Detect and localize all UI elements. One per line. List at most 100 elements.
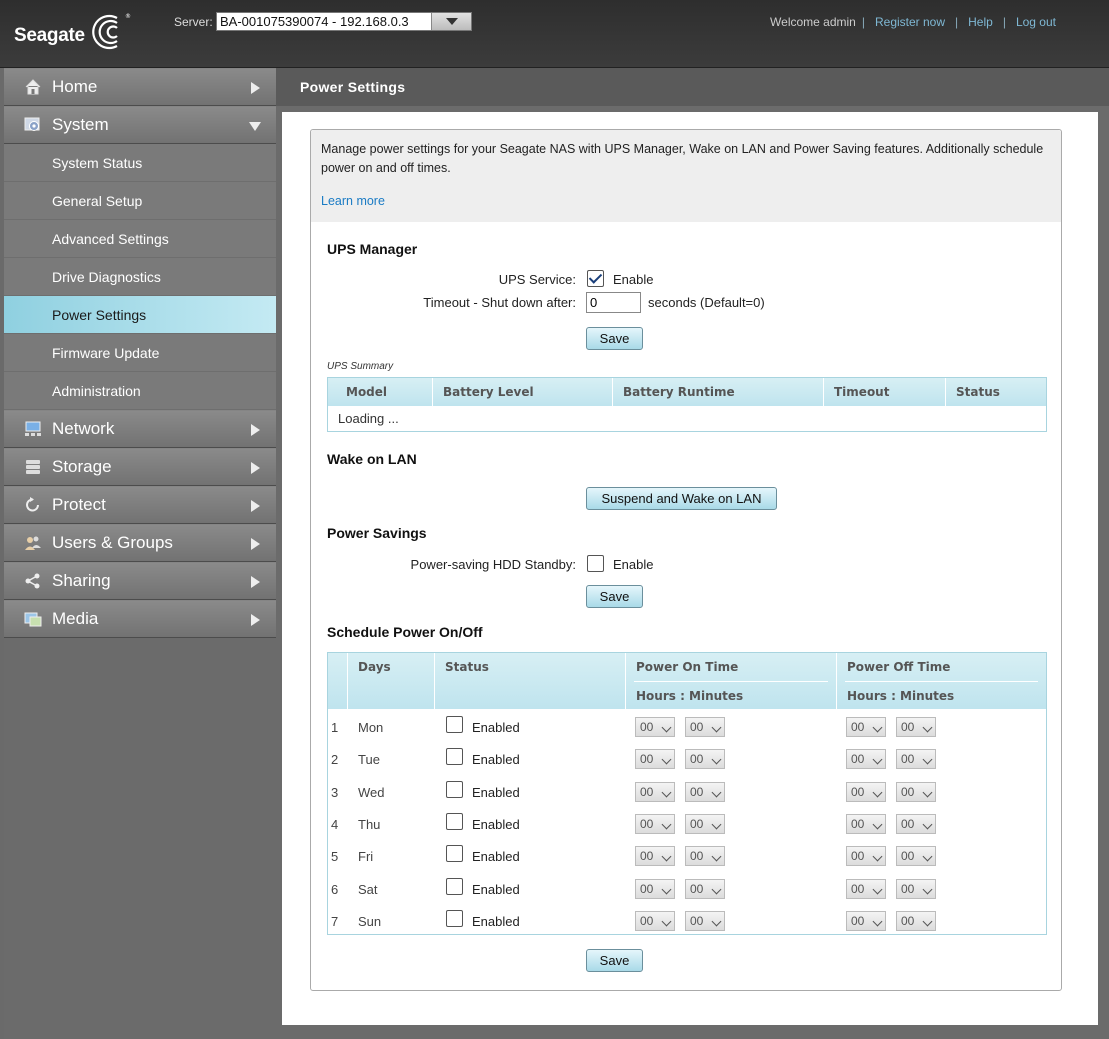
power-on-hours-select[interactable]: 00 <box>635 781 675 802</box>
table-row: 7 Sun Enabled 00 00 00 00 <box>328 905 1046 937</box>
power-on-minutes-select[interactable]: 00 <box>685 813 725 834</box>
power-on-hours-select[interactable]: 00 <box>635 717 675 737</box>
schedule-save-button[interactable]: Save <box>586 949 643 972</box>
power-on-minutes-select[interactable]: 00 <box>685 749 725 770</box>
power-off-hours-select[interactable]: 00 <box>846 749 886 770</box>
sidebar-item-power-settings[interactable]: Power Settings <box>4 296 276 334</box>
power-off-minutes-select[interactable]: 00 <box>896 846 936 867</box>
row-enabled-checkbox[interactable] <box>446 780 463 798</box>
chevron-right-icon <box>251 576 260 588</box>
help-link[interactable]: Help <box>968 15 993 29</box>
row-enabled-checkbox[interactable] <box>446 909 463 927</box>
learn-more-link[interactable]: Learn more <box>321 192 385 211</box>
chevron-right-icon <box>251 462 260 474</box>
row-day: Mon <box>358 720 384 735</box>
row-enabled-checkbox[interactable] <box>446 748 463 766</box>
sidebar-item-sharing[interactable]: Sharing <box>4 562 276 600</box>
sidebar-item-users-groups[interactable]: Users & Groups <box>4 524 276 562</box>
power-off-minutes-select[interactable]: 00 <box>896 749 936 770</box>
row-enabled-checkbox[interactable] <box>446 877 463 895</box>
chevron-down-icon[interactable] <box>431 13 471 30</box>
sidebar-item-advanced-settings[interactable]: Advanced Settings <box>4 220 276 258</box>
log-out-link[interactable]: Log out <box>1016 15 1056 29</box>
row-enabled-checkbox[interactable] <box>446 845 463 863</box>
col-battery-level: Battery Level <box>433 378 613 406</box>
row-number: 4 <box>331 816 339 832</box>
table-row: 4 Thu Enabled 00 00 00 00 <box>328 808 1046 840</box>
power-on-hours-select[interactable]: 00 <box>635 846 675 867</box>
divider: | <box>955 15 959 29</box>
power-off-minutes-select[interactable]: 00 <box>896 813 936 834</box>
power-off-hours-select[interactable]: 00 <box>846 813 886 834</box>
server-select[interactable]: BA-001075390074 - 192.168.0.3 <box>216 12 472 31</box>
col-battery-runtime: Battery Runtime <box>613 378 824 406</box>
divider <box>845 681 1038 682</box>
power-on-hours-select[interactable]: 00 <box>635 813 675 834</box>
power-on-minutes-select[interactable]: 00 <box>685 910 725 931</box>
row-enabled-label: Enabled <box>472 720 520 735</box>
schedule-table: Days Status Power On Time Hours : Minute… <box>327 652 1047 935</box>
suspend-wake-on-lan-button[interactable]: Suspend and Wake on LAN <box>586 487 777 510</box>
power-savings-save-button[interactable]: Save <box>586 585 643 608</box>
col-status-label: Status <box>445 660 489 674</box>
sidebar-item-general-setup[interactable]: General Setup <box>4 182 276 220</box>
power-on-hours-select[interactable]: 00 <box>635 910 675 931</box>
ups-save-button[interactable]: Save <box>586 327 643 350</box>
power-on-minutes-select[interactable]: 00 <box>685 846 725 867</box>
hdd-standby-checkbox[interactable] <box>587 555 604 572</box>
timeout-suffix: seconds (Default=0) <box>648 295 765 310</box>
sidebar-item-system-status[interactable]: System Status <box>4 144 276 182</box>
storage-icon <box>26 460 40 474</box>
sidebar-item-home[interactable]: Home <box>4 68 276 106</box>
row-enabled-checkbox[interactable] <box>446 812 463 830</box>
intro-text: Manage power settings for your Seagate N… <box>321 142 1044 175</box>
sidebar: Home System System Status General Setup … <box>4 68 276 1039</box>
power-on-minutes-select[interactable]: 00 <box>685 717 725 737</box>
sidebar-item-storage[interactable]: Storage <box>4 448 276 486</box>
ups-service-checkbox[interactable] <box>587 270 604 287</box>
sidebar-item-label: Media <box>52 609 99 628</box>
top-bar: Seagate ® Server: BA-001075390074 - 192.… <box>0 0 1109 68</box>
seagate-logo-icon: ® <box>91 13 131 50</box>
sidebar-item-drive-diagnostics[interactable]: Drive Diagnostics <box>4 258 276 296</box>
timeout-input[interactable] <box>586 292 641 313</box>
power-on-minutes-select[interactable]: 00 <box>685 878 725 899</box>
ups-summary-table: Model Battery Level Battery Runtime Time… <box>327 377 1047 432</box>
row-enabled-label: Enabled <box>472 913 520 929</box>
sidebar-item-administration[interactable]: Administration <box>4 372 276 410</box>
sidebar-item-label: Users & Groups <box>52 533 173 552</box>
col-days-label: Days <box>358 660 391 674</box>
power-on-hours-select[interactable]: 00 <box>635 878 675 899</box>
power-off-hours-select[interactable]: 00 <box>846 878 886 899</box>
sidebar-item-media[interactable]: Media <box>4 600 276 638</box>
row-enabled-label: Enabled <box>472 752 520 768</box>
col-model: Model <box>328 378 433 406</box>
ups-table-header: Model Battery Level Battery Runtime Time… <box>328 378 1046 406</box>
sidebar-item-network[interactable]: Network <box>4 410 276 448</box>
power-off-minutes-select[interactable]: 00 <box>896 717 936 737</box>
divider: | <box>861 15 865 29</box>
power-on-minutes-select[interactable]: 00 <box>685 781 725 802</box>
sidebar-item-label: Home <box>52 77 98 96</box>
power-settings-card: Manage power settings for your Seagate N… <box>310 129 1062 991</box>
power-off-hours-select[interactable]: 00 <box>846 717 886 737</box>
sidebar-item-protect[interactable]: Protect <box>4 486 276 524</box>
power-off-minutes-select[interactable]: 00 <box>896 781 936 802</box>
schedule-table-header: Days Status Power On Time Hours : Minute… <box>328 653 1046 709</box>
row-day: Tue <box>358 752 380 768</box>
power-off-hours-select[interactable]: 00 <box>846 910 886 931</box>
row-day: Wed <box>358 784 385 800</box>
row-enabled-checkbox[interactable] <box>446 716 463 733</box>
ups-service-label: UPS Service: <box>498 272 576 287</box>
power-on-hours-select[interactable]: 00 <box>635 749 675 770</box>
col-power-off-label: Power Off Time <box>847 660 951 674</box>
power-off-minutes-select[interactable]: 00 <box>896 878 936 899</box>
divider: | <box>1002 15 1006 29</box>
sidebar-item-firmware-update[interactable]: Firmware Update <box>4 334 276 372</box>
power-off-hours-select[interactable]: 00 <box>846 781 886 802</box>
system-submenu: System Status General Setup Advanced Set… <box>4 144 276 410</box>
register-now-link[interactable]: Register now <box>875 15 945 29</box>
sidebar-item-system[interactable]: System <box>4 106 276 144</box>
power-off-hours-select[interactable]: 00 <box>846 846 886 867</box>
power-off-minutes-select[interactable]: 00 <box>896 910 936 931</box>
